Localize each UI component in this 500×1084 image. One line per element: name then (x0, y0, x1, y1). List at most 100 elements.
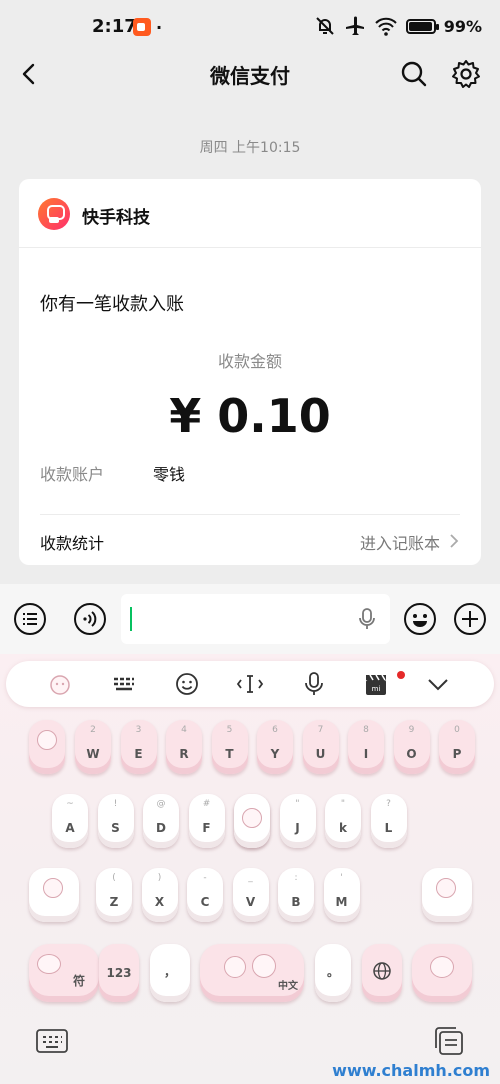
ledger-link[interactable]: 进入记账本 (360, 530, 440, 554)
key-label: J (295, 821, 300, 835)
key-secondary-label: ( (112, 873, 116, 883)
shift-key[interactable] (29, 868, 79, 922)
key-z[interactable]: (Z (96, 868, 132, 922)
key-i[interactable]: 8I (348, 720, 384, 774)
key-secondary-label: _ (248, 873, 253, 883)
search-icon[interactable] (398, 58, 430, 90)
key-s[interactable]: ! S (97, 794, 134, 848)
wifi-icon (374, 17, 397, 36)
key-c[interactable]: -C (187, 868, 223, 922)
gear-icon[interactable] (450, 58, 482, 90)
key-j[interactable]: " J (279, 794, 316, 848)
key-f[interactable]: # F (188, 794, 225, 848)
symbol-key[interactable]: 符 (29, 944, 99, 1002)
payment-notification-card[interactable]: 快手科技 你有一笔收款入账 收款金额 ¥ 0.10 收款账户 零钱 收款统计 进… (19, 179, 481, 565)
key-secondary-label: ) (157, 873, 162, 883)
key-u[interactable]: 7U (302, 720, 339, 774)
period-key[interactable]: 。 (315, 944, 351, 1002)
key-m[interactable]: ' M (323, 868, 360, 922)
number-key[interactable]: 123 (99, 944, 139, 1002)
key-b[interactable]: :B (278, 868, 314, 922)
key-label: E (134, 747, 143, 761)
delete-key[interactable] (422, 868, 472, 922)
key-o[interactable]: 9O (393, 720, 430, 774)
text-caret (130, 607, 132, 631)
message-timestamp: 周四 上午10:15 (199, 140, 301, 156)
amount-label: 收款金额 (217, 352, 282, 371)
key-e[interactable]: 3E (120, 720, 157, 774)
card-header: 快手科技 (19, 179, 481, 248)
key-secondary-label: - (203, 873, 207, 883)
keyboard-grid-icon[interactable] (110, 670, 138, 698)
key-secondary-label: " (340, 799, 346, 809)
comma-key[interactable]: ， (150, 944, 190, 1002)
mic-icon[interactable] (300, 670, 328, 698)
key-secondary-label: 5 (226, 725, 233, 735)
chevron-down-icon[interactable] (424, 670, 452, 698)
key-secondary-label: ! (113, 799, 118, 809)
key-secondary-label: 6 (272, 725, 278, 735)
key-label: L (384, 821, 393, 835)
list-icon[interactable] (13, 602, 47, 636)
key-label: X (154, 895, 165, 909)
key-q[interactable] (29, 720, 65, 774)
watermark: www.chalmh.com (332, 1061, 490, 1080)
key-x[interactable]: ) X (141, 868, 178, 922)
key-a[interactable]: ~ A (52, 794, 88, 848)
globe-icon (373, 962, 391, 980)
plus-icon[interactable] (453, 602, 487, 636)
key-secondary-label: ~ (66, 799, 74, 809)
key-secondary-label: @ (156, 799, 166, 809)
battery-percent: 99% (443, 16, 482, 36)
stats-row[interactable]: 收款统计 进入记账本 (40, 514, 460, 565)
key-label: S (111, 821, 120, 835)
svg-text:mi: mi (372, 685, 381, 693)
keyboard-switch-icon[interactable] (35, 1026, 69, 1056)
emoji-icon[interactable] (403, 602, 437, 636)
sticker-icon[interactable] (46, 670, 74, 698)
clipboard-icon[interactable] (432, 1026, 466, 1056)
key-label: A (65, 821, 75, 835)
mic-icon[interactable] (356, 607, 378, 631)
language-key[interactable] (362, 944, 402, 1002)
key-label: B (291, 895, 301, 909)
key-v[interactable]: _ V (232, 868, 269, 922)
key-secondary-label: 0 (454, 725, 460, 735)
message-input[interactable] (121, 594, 390, 644)
battery-icon (405, 18, 439, 34)
key-label: C (200, 895, 210, 909)
key-label: I (363, 747, 369, 761)
status-bar: 2:17 · 99% (0, 0, 500, 52)
merchant-logo-icon (38, 198, 70, 230)
keyboard-toolbar: mi (6, 661, 494, 707)
cursor-icon[interactable] (236, 670, 264, 698)
amount-value: ¥ 0.10 (169, 389, 331, 443)
key-secondary-label: " (295, 799, 300, 809)
smile-icon[interactable] (173, 670, 201, 698)
key-label: P (452, 747, 462, 761)
soft-keyboard: mi 2W3E4R5T6Y7U8I9O0P~A!S@D#F%H"J"k?L(Z)… (0, 654, 500, 1084)
key-p[interactable]: 0P (439, 720, 475, 774)
enter-key[interactable] (412, 944, 472, 1002)
key-g[interactable] (234, 794, 270, 848)
key-label: M (335, 895, 348, 909)
voice-wave-icon[interactable] (73, 602, 107, 636)
key-label: O (406, 747, 417, 761)
clapper-icon[interactable]: mi (362, 670, 390, 698)
key-w[interactable]: 2W (75, 720, 111, 774)
key-label: k (339, 821, 347, 835)
key-y[interactable]: 6Y (257, 720, 293, 774)
space-key[interactable]: 中文 (200, 944, 304, 1002)
key-label: Y (270, 747, 280, 761)
key-t[interactable]: 5T (211, 720, 248, 774)
key-secondary-label: 7 (317, 725, 324, 735)
key-l[interactable]: ? L (370, 794, 407, 848)
stats-label: 收款统计 (40, 534, 105, 553)
key-label: V (245, 895, 256, 909)
key-label: F (202, 821, 211, 835)
key-k[interactable]: " k (325, 794, 361, 848)
mute-icon (315, 17, 334, 35)
key-d[interactable]: @ D (143, 794, 179, 848)
key-r[interactable]: 4R (166, 720, 202, 774)
key-secondary-label: 4 (181, 725, 187, 735)
